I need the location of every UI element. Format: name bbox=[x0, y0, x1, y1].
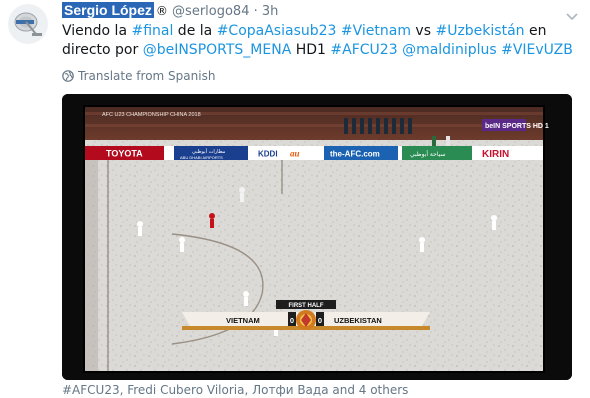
tweet-text-segment: de la bbox=[173, 23, 217, 39]
tweet-header: Sergio López ® @serlogo84 · 3h bbox=[62, 1, 278, 19]
hashtag-link[interactable]: #CopaAsiasub23 bbox=[217, 23, 337, 39]
chevron-down-icon[interactable] bbox=[566, 6, 578, 21]
tagged-users[interactable]: #AFCU23, Fredi Cubero Viloria, Лотфи Вад… bbox=[62, 382, 408, 398]
tweet-text-segment: vs bbox=[410, 23, 436, 39]
ad-arabic: مطارات أبوظبي bbox=[192, 148, 226, 155]
tweet: Sergio López ® @serlogo84 · 3h Viendo la … bbox=[0, 0, 590, 398]
match-period: FIRST HALF bbox=[289, 303, 324, 309]
players-line bbox=[344, 118, 412, 134]
hashtag-link[interactable]: #VIEvUZB bbox=[501, 42, 573, 58]
hashtag-link[interactable]: #Vietnam bbox=[341, 23, 411, 39]
ad-afc: the-AFC.com bbox=[330, 150, 380, 159]
ad-au: au bbox=[290, 149, 300, 159]
mention-link[interactable]: @beINSPORTS_MENA bbox=[143, 42, 292, 58]
tweet-text: Viendo la #final de la #CopaAsiasub23 #V… bbox=[62, 22, 582, 60]
separator-dot: · bbox=[253, 4, 258, 19]
broadcast-frame: AFC U23 CHAMPIONSHIP CHINA 2018 beIN SPO… bbox=[62, 94, 572, 380]
banner-top-text: AFC U23 CHAMPIONSHIP CHINA 2018 bbox=[102, 112, 201, 118]
translate-link[interactable]: Translate from Spanish bbox=[62, 68, 215, 84]
avatar[interactable] bbox=[8, 4, 48, 44]
satellite-dish-icon bbox=[8, 4, 48, 44]
user-handle[interactable]: @serlogo84 bbox=[172, 4, 249, 19]
globe-icon bbox=[62, 70, 74, 82]
tweet-media-image[interactable]: AFC U23 CHAMPIONSHIP CHINA 2018 beIN SPO… bbox=[62, 94, 572, 380]
translate-label: Translate from Spanish bbox=[78, 69, 216, 83]
timestamp[interactable]: 3h bbox=[262, 4, 279, 19]
ad-abu-dhabi: ABU DHABI AIRPORTS bbox=[180, 155, 223, 160]
home-score: 0 bbox=[290, 316, 294, 325]
hashtag-link[interactable]: #AFCU23 bbox=[330, 42, 397, 58]
network-logo: beIN SPORTS HD 1 bbox=[485, 123, 549, 130]
away-score: 0 bbox=[318, 316, 322, 325]
away-team: UZBEKISTAN bbox=[334, 316, 382, 325]
registered-badge: ® bbox=[155, 4, 168, 18]
hashtag-link[interactable]: #Uzbekistán bbox=[435, 23, 524, 39]
home-team: VIETNAM bbox=[226, 316, 260, 325]
mention-link[interactable]: @maldiniplus bbox=[402, 42, 497, 58]
ad-toyota: TOYOTA bbox=[106, 149, 143, 159]
hashtag-link[interactable]: #final bbox=[131, 23, 173, 39]
ad-kddi: KDDI bbox=[258, 150, 278, 159]
display-name[interactable]: Sergio López bbox=[62, 2, 154, 18]
ad-arabic-2: سياحة أبوظبي bbox=[410, 150, 446, 158]
tweet-text-segment: HD1 bbox=[291, 42, 331, 58]
tweet-text-segment: Viendo la bbox=[62, 23, 132, 39]
ad-kirin: KIRIN bbox=[482, 149, 509, 160]
